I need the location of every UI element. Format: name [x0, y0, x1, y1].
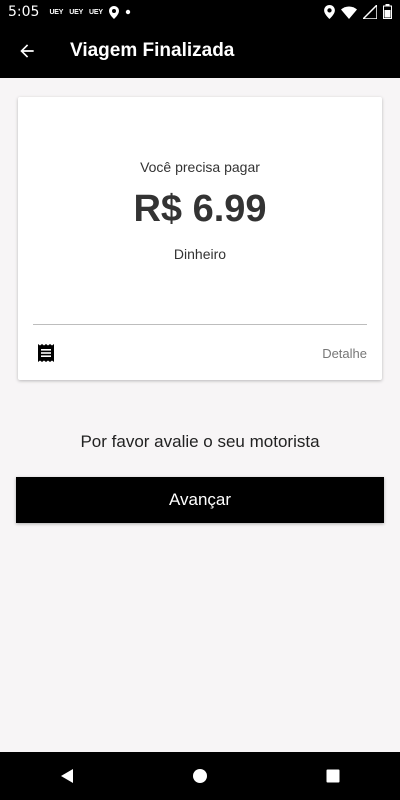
dot-icon	[125, 9, 131, 15]
signal-icon	[363, 4, 377, 19]
payment-label: Você precisa pagar	[140, 159, 260, 175]
back-triangle-icon	[60, 769, 73, 783]
page-title: Viagem Finalizada	[70, 40, 235, 61]
status-bar: 5:05 UEY UEY UEY	[0, 0, 400, 24]
recents-square-icon	[326, 769, 340, 783]
payment-amount: R$ 6.99	[133, 188, 267, 230]
app-badge: UEY	[89, 8, 103, 16]
divider	[33, 324, 367, 325]
nav-home-button[interactable]	[176, 752, 224, 800]
receipt-icon[interactable]	[36, 343, 56, 363]
system-nav-bar	[0, 752, 400, 800]
app-badge: UEY	[49, 8, 64, 16]
next-button[interactable]: Avançar	[16, 477, 384, 523]
payment-method: Dinheiro	[173, 246, 227, 262]
back-button[interactable]	[0, 24, 54, 78]
payment-card: Você precisa pagar R$ 6.99 Dinheiro Deta…	[18, 97, 382, 380]
notification-icons: UEY UEY UEY	[49, 5, 131, 19]
system-icons	[324, 4, 392, 19]
app-badge: UEY	[69, 8, 84, 16]
home-circle-icon	[192, 769, 207, 783]
detail-link[interactable]: Detalhe	[322, 346, 367, 361]
battery-icon	[383, 4, 392, 19]
location-icon	[324, 4, 335, 19]
status-time: 5:05	[8, 4, 40, 20]
nav-recents-button[interactable]	[309, 752, 357, 800]
arrow-left-icon	[20, 44, 34, 58]
location-icon	[108, 5, 119, 19]
wifi-icon	[341, 6, 357, 19]
app-bar: Viagem Finalizada	[0, 24, 400, 78]
rating-prompt: Por favor avalie o seu motorista	[80, 432, 320, 451]
nav-back-button[interactable]	[43, 752, 91, 800]
